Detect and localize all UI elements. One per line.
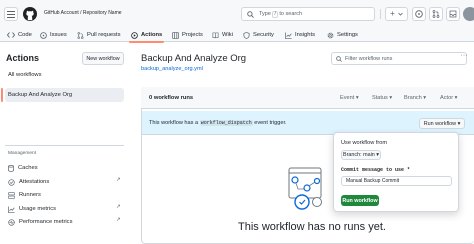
empty-state-message: This workflow has no runs yet. [238,221,386,233]
git-pull-request-icon [77,31,84,39]
chevron-down-icon [398,12,403,16]
header-divider [380,9,381,19]
issue-opened-icon [415,10,423,18]
new-workflow-button[interactable]: New workflow [82,52,124,65]
repo-title[interactable]: GitHub Account / Repository Name [44,10,122,16]
branch-filter-dropdown[interactable]: Branch ▾ [404,95,426,101]
github-logo-icon[interactable] [23,7,37,21]
commit-message-input[interactable]: Manual Backup Commit [341,176,452,186]
sidebar-divider [5,145,124,146]
plus-icon: + [390,9,395,18]
graph-icon [8,205,15,213]
sidebar-title: Actions [6,53,40,63]
sidebar-item-caches[interactable]: Caches [8,164,38,172]
play-circle-icon [131,31,138,39]
search-icon [247,11,254,18]
sidebar-item-backup-and-analyze-org[interactable]: Backup And Analyze Org [8,92,72,98]
gear-icon [327,32,334,38]
sidebar-item-caches-label: Caches [18,165,38,171]
run-workflow-dropdown-button[interactable]: Run workflow ▾ [419,118,465,129]
tab-actions-label: Actions [141,32,163,38]
search-icon [336,56,342,62]
issues-button[interactable] [412,7,426,21]
run-workflow-submit-button[interactable]: Run workflow [341,195,379,206]
tab-insights[interactable]: Insights [285,28,315,42]
sidebar-active-indicator [1,88,3,102]
tab-wiki-label: Wiki [222,32,233,38]
external-link-icon: ↗ [116,204,121,210]
tab-issues-label: Issues [50,32,67,38]
search-input[interactable]: Type / to search [241,7,375,21]
shield-icon [243,31,250,39]
sidebar-item-performance-metrics-label: Performance metrics [19,219,73,225]
pull-requests-button[interactable] [429,7,443,21]
inbox-button[interactable] [446,7,460,21]
verified-icon [8,178,15,186]
sidebar-item-runners[interactable]: Runners [8,191,41,199]
git-pull-request-icon [432,10,440,18]
tab-pull-requests-label: Pull requests [87,32,121,38]
runs-count: 0 workflow runs [149,95,194,101]
filter-runs-placeholder: Filter workflow runs [345,56,393,62]
tab-pull-requests[interactable]: Pull requests [77,28,121,42]
tab-security-label: Security [253,32,274,38]
database-icon [8,164,14,172]
tab-security[interactable]: Security [243,28,274,42]
page-title: Backup And Analyze Org [141,53,247,64]
tab-code[interactable]: Code [7,28,32,42]
search-placeholder: Type / to search [259,11,303,18]
tab-projects[interactable]: Projects [172,28,203,42]
tab-code-label: Code [18,32,32,38]
graph-icon [285,31,292,39]
table-icon [172,31,179,39]
tab-actions[interactable]: Actions [128,28,165,43]
dispatch-message: This workflow has a workflow_dispatch ev… [149,120,287,126]
workflow-file-link[interactable]: backup_analyze_org.yml [141,66,203,72]
sidebar-item-usage-metrics-label: Usage metrics [19,206,57,212]
sidebar-item-runners-label: Runners [19,192,41,198]
hamburger-icon [7,10,15,18]
sidebar-item-attestations-label: Attestations [19,179,50,185]
filter-runs-input[interactable]: Filter workflow runs [331,52,467,65]
sidebar-item-attestations[interactable]: Attestations [8,178,49,186]
sidebar-item-all-workflows[interactable]: All workflows [8,72,42,78]
external-link-icon: ↗ [116,177,121,183]
book-icon [212,32,219,38]
management-heading: Management [8,151,36,156]
status-filter-dropdown[interactable]: Status ▾ [372,95,392,101]
actor-filter-dropdown[interactable]: Actor ▾ [440,95,457,101]
tab-insights-label: Insights [295,32,315,38]
search-shortcut-key: / [272,11,278,18]
menu-button[interactable] [4,7,18,21]
repo-nav [0,28,474,42]
pulse-icon [8,218,15,226]
issue-opened-icon [40,31,47,39]
event-filter-dropdown[interactable]: Event ▾ [340,95,359,101]
tab-settings-label: Settings [337,32,358,38]
more-options-button[interactable]: ··· [459,52,469,65]
branch-select-button[interactable]: Branch: main ▾ [341,150,381,160]
server-icon [8,191,15,199]
workflow-graph-illustration-icon [288,167,322,210]
use-workflow-from-label: Use workflow from [341,140,388,146]
code-icon [7,32,15,38]
commit-message-label: Commit message to use * [341,167,411,173]
sidebar-item-usage-metrics[interactable]: Usage metrics [8,205,56,213]
sidebar-item-performance-metrics[interactable]: Performance metrics [8,218,72,226]
avatar[interactable] [463,7,474,21]
external-link-icon: ↗ [116,217,121,223]
create-new-button[interactable]: + [385,7,408,21]
dispatch-code: workflow_dispatch [199,120,253,126]
tab-settings[interactable]: Settings [327,28,358,42]
tab-issues[interactable]: Issues [40,28,67,42]
tab-wiki[interactable]: Wiki [212,28,233,42]
inbox-icon [449,10,457,18]
tab-projects-label: Projects [182,32,203,38]
